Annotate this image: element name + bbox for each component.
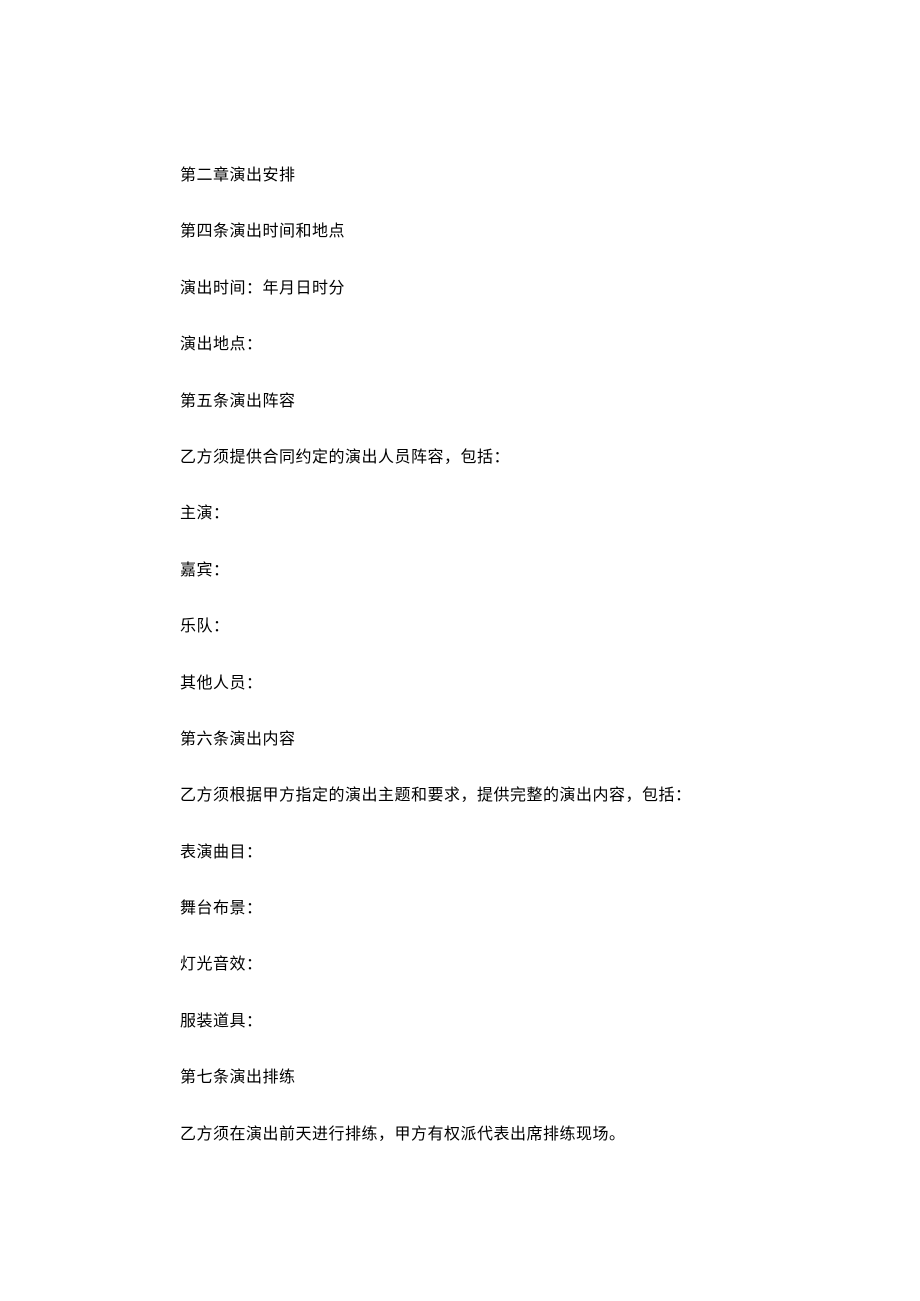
- body-text: 乙方须在演出前天进行排练，甲方有权派代表出席排练现场。: [180, 1124, 740, 1146]
- body-text: 演出地点：: [180, 334, 740, 356]
- body-text: 舞台布景：: [180, 898, 740, 920]
- body-text: 乙方须提供合同约定的演出人员阵容，包括：: [180, 447, 740, 469]
- article-heading: 第六条演出内容: [180, 729, 740, 751]
- body-text: 灯光音效：: [180, 954, 740, 976]
- body-text: 主演：: [180, 503, 740, 525]
- body-text: 演出时间：年月日时分: [180, 278, 740, 300]
- article-heading: 第四条演出时间和地点: [180, 221, 740, 243]
- article-heading: 第五条演出阵容: [180, 391, 740, 413]
- body-text: 服装道具：: [180, 1011, 740, 1033]
- article-heading: 第七条演出排练: [180, 1067, 740, 1089]
- chapter-heading: 第二章演出安排: [180, 165, 740, 187]
- body-text: 乐队：: [180, 616, 740, 638]
- body-text: 其他人员：: [180, 673, 740, 695]
- body-text: 乙方须根据甲方指定的演出主题和要求，提供完整的演出内容，包括：: [180, 785, 740, 807]
- body-text: 表演曲目：: [180, 842, 740, 864]
- body-text: 嘉宾：: [180, 560, 740, 582]
